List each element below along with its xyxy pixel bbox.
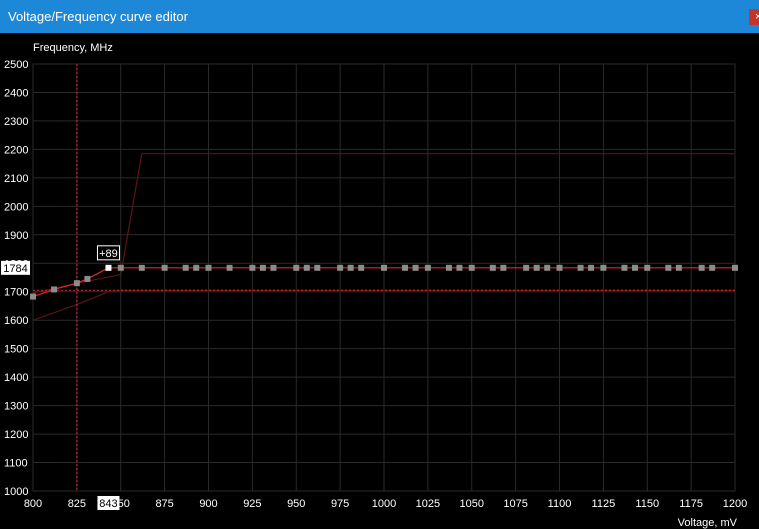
curve-point[interactable] xyxy=(381,264,387,271)
curve-point[interactable] xyxy=(226,264,233,271)
selected-curve-point[interactable] xyxy=(105,264,112,271)
curve-point[interactable] xyxy=(489,264,496,271)
x-tick-label: 925 xyxy=(243,498,261,510)
voltage-readout: 843 xyxy=(99,498,117,510)
y-tick-label: 2200 xyxy=(4,144,28,156)
x-tick-label: 1150 xyxy=(635,498,659,510)
x-tick-label: 1175 xyxy=(679,498,703,510)
curve-point[interactable] xyxy=(424,264,431,271)
curve-point[interactable] xyxy=(500,264,507,271)
curve-point[interactable] xyxy=(293,264,300,271)
x-tick-label: 1125 xyxy=(592,498,616,510)
curve-point[interactable] xyxy=(631,264,638,271)
x-tick-label: 900 xyxy=(199,498,217,510)
vf-curve-chart[interactable]: Frequency, MHz Voltage, mV 800 825 850 875 9… xyxy=(0,33,759,529)
y-tick-label: 1000 xyxy=(4,486,28,498)
frequency-readout: 1784 xyxy=(3,263,27,275)
curve-point[interactable] xyxy=(675,264,682,271)
curve-point[interactable] xyxy=(698,264,705,271)
curve-point[interactable] xyxy=(51,286,58,293)
curve-point[interactable] xyxy=(588,264,595,271)
x-tick-label: 1050 xyxy=(460,498,484,510)
curve-point[interactable] xyxy=(523,264,530,271)
curve-point[interactable] xyxy=(709,264,716,271)
y-tick-label: 2400 xyxy=(4,87,28,99)
curve-point[interactable] xyxy=(30,293,36,300)
y-tick-label: 1700 xyxy=(4,287,28,299)
y-tick-label: 1500 xyxy=(4,344,28,356)
curve-point[interactable] xyxy=(161,264,168,271)
x-tick-label: 975 xyxy=(331,498,349,510)
curve-point[interactable] xyxy=(249,264,256,271)
curve-point[interactable] xyxy=(303,264,310,271)
y-tick-label: 2300 xyxy=(4,116,28,128)
x-tick-label: 1075 xyxy=(503,498,527,510)
x-tick-label: 1025 xyxy=(416,498,440,510)
y-tick-label: 2000 xyxy=(4,201,28,213)
curve-point[interactable] xyxy=(445,264,452,271)
x-tick-label: 1200 xyxy=(723,498,747,510)
title-bar[interactable]: Voltage/Frequency curve editor × xyxy=(0,0,759,33)
curve-point[interactable] xyxy=(193,264,200,271)
curve-point[interactable] xyxy=(600,264,607,271)
curve-point[interactable] xyxy=(544,264,551,271)
y-tick-label: 1300 xyxy=(4,401,28,413)
curve-point[interactable] xyxy=(138,264,145,271)
y-axis-label: Frequency, MHz xyxy=(33,42,113,54)
curve-point[interactable] xyxy=(117,264,124,271)
curve-point[interactable] xyxy=(347,264,354,271)
curve-point[interactable] xyxy=(468,264,475,271)
x-tick-label: 1100 xyxy=(548,498,572,510)
curve-point[interactable] xyxy=(533,264,540,271)
curve-point[interactable] xyxy=(84,275,91,282)
x-axis-label: Voltage, mV xyxy=(678,517,738,529)
curve-point[interactable] xyxy=(314,264,321,271)
y-tick-label: 1400 xyxy=(4,372,28,384)
y-tick-label: 2100 xyxy=(4,173,28,185)
curve-point[interactable] xyxy=(577,264,584,271)
curve-point[interactable] xyxy=(358,264,365,271)
offset-label: +89 xyxy=(99,248,118,260)
y-tick-label: 1100 xyxy=(4,458,28,470)
curve-point[interactable] xyxy=(182,264,189,271)
curve-point[interactable] xyxy=(337,264,344,271)
y-tick-label: 1900 xyxy=(4,230,28,242)
curve-point[interactable] xyxy=(644,264,651,271)
x-tick-label: 800 xyxy=(24,498,42,510)
curve-point[interactable] xyxy=(73,280,80,287)
curve-point[interactable] xyxy=(412,264,419,271)
window-title: Voltage/Frequency curve editor xyxy=(8,9,188,24)
curve-point[interactable] xyxy=(205,264,212,271)
x-tick-label: 950 xyxy=(287,498,305,510)
curve-point[interactable] xyxy=(621,264,628,271)
close-button[interactable]: × xyxy=(749,9,759,25)
y-tick-label: 2500 xyxy=(4,59,28,71)
curve-point[interactable] xyxy=(259,264,266,271)
curve-point[interactable] xyxy=(402,264,409,271)
x-tick-label: 875 xyxy=(155,498,173,510)
x-tick-label: 825 xyxy=(68,498,86,510)
curve-point[interactable] xyxy=(732,264,738,271)
curve-point[interactable] xyxy=(270,264,277,271)
y-tick-label: 1600 xyxy=(4,315,28,327)
curve-point[interactable] xyxy=(456,264,463,271)
curve-point[interactable] xyxy=(665,264,672,271)
curve-point[interactable] xyxy=(556,264,563,271)
y-tick-label: 1200 xyxy=(4,429,28,441)
x-tick-label: 1000 xyxy=(372,498,396,510)
